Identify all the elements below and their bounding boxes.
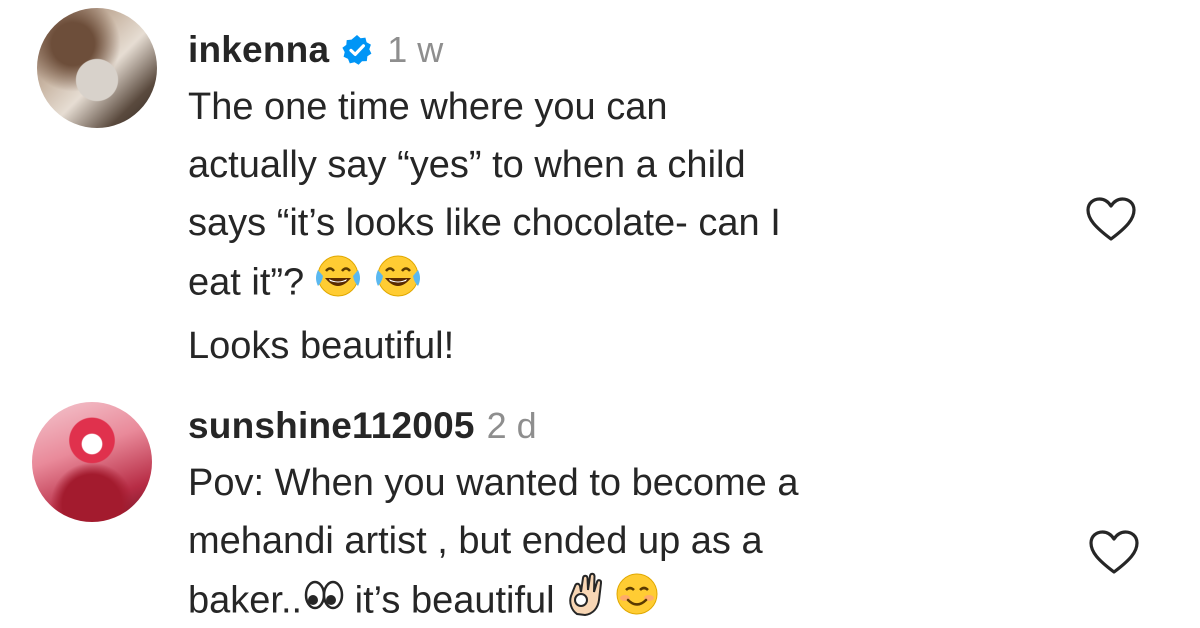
comment-body: sunshine112005 2 d Pov: When you wanted … (188, 398, 1068, 628)
comment-body: inkenna 1 w The one time where you can a… (188, 22, 1068, 375)
comment-header: sunshine112005 2 d (188, 398, 1068, 454)
like-heart-icon[interactable] (1086, 528, 1142, 578)
comment-text-line: actually say “yes” to when a child (188, 144, 746, 186)
comment-text-fragment: it’s beautiful (344, 579, 566, 622)
ok-hand-emoji-icon (565, 570, 609, 628)
comment-text-line: says “it’s looks like chocolate- can I (188, 202, 781, 244)
comment: sunshine112005 2 d Pov: When you wanted … (0, 390, 1200, 628)
comment-time[interactable]: 1 w (387, 29, 443, 71)
comment-text-fragment: baker.. (188, 579, 303, 622)
comment-time[interactable]: 2 d (487, 405, 537, 447)
eyes-emoji-icon (304, 574, 344, 628)
comments-list: inkenna 1 w The one time where you can a… (0, 0, 1200, 628)
username[interactable]: inkenna (188, 29, 329, 71)
avatar[interactable] (37, 8, 157, 128)
comment-header: inkenna 1 w (188, 22, 1068, 78)
comment-text-line-with-emoji: eat it”? (188, 252, 1068, 317)
like-heart-icon[interactable] (1083, 195, 1139, 245)
username[interactable]: sunshine112005 (188, 405, 475, 447)
comment-text-line: Looks beautiful! (188, 325, 455, 367)
verified-badge-icon (341, 34, 373, 66)
comment-text-line: The one time where you can (188, 86, 668, 128)
smiling-face-emoji-icon (613, 570, 661, 628)
tears-of-joy-emoji-icon (312, 252, 364, 317)
comment-text-fragment: eat it”? (188, 261, 305, 304)
avatar[interactable] (32, 402, 152, 522)
comment-text-line: Pov: When you wanted to become a (188, 462, 799, 504)
comment-text-line-with-emoji: baker.. it’s beautiful (188, 570, 1068, 628)
comment: inkenna 1 w The one time where you can a… (0, 0, 1200, 370)
comment-text-line: mehandi artist , but ended up as a (188, 520, 763, 562)
tears-of-joy-emoji-icon (372, 252, 424, 317)
